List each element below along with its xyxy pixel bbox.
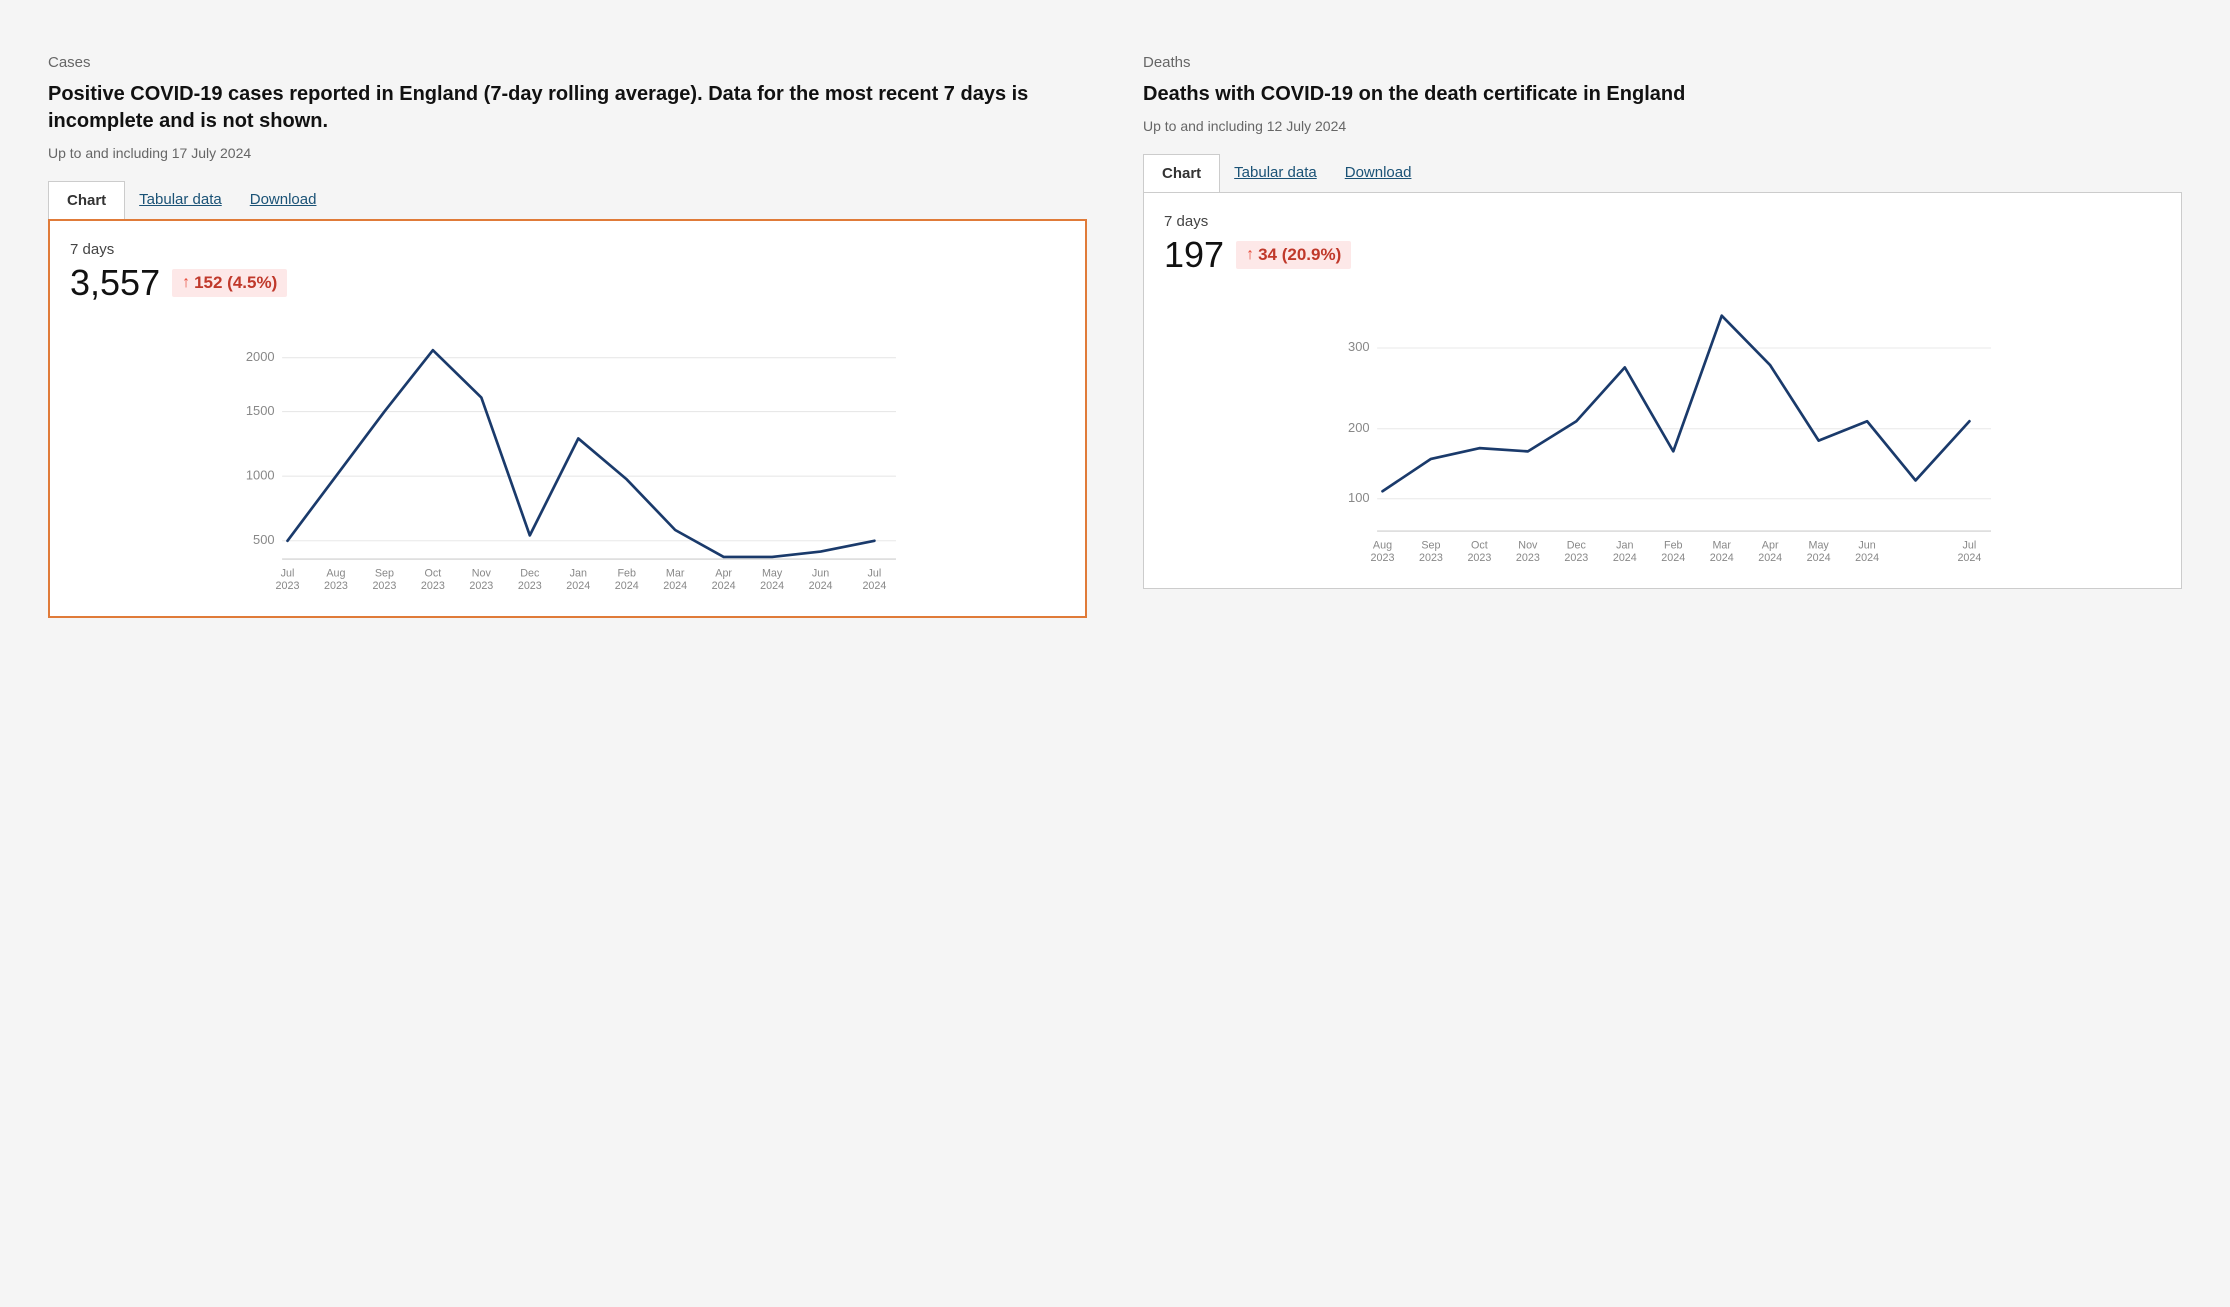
svg-text:May: May xyxy=(762,567,783,579)
deaths-subtitle: Up to and including 12 July 2024 xyxy=(1143,118,2182,134)
svg-text:2024: 2024 xyxy=(809,580,833,592)
svg-text:2023: 2023 xyxy=(469,580,493,592)
cases-section-label: Cases xyxy=(48,54,1087,71)
svg-text:Mar: Mar xyxy=(666,567,685,579)
svg-text:2023: 2023 xyxy=(276,580,300,592)
svg-text:Apr: Apr xyxy=(715,567,732,579)
svg-text:2023: 2023 xyxy=(1467,552,1491,564)
deaths-tab-chart[interactable]: Chart xyxy=(1143,154,1220,192)
svg-text:Oct: Oct xyxy=(425,567,442,579)
svg-text:Nov: Nov xyxy=(472,567,492,579)
deaths-stat-change: ↑ 34 (20.9%) xyxy=(1236,241,1351,269)
svg-text:1000: 1000 xyxy=(246,467,275,482)
svg-text:2024: 2024 xyxy=(1758,552,1782,564)
cases-tab-download[interactable]: Download xyxy=(236,181,331,219)
deaths-chart-area: 300 200 100 Aug 2023 xyxy=(1164,292,2161,572)
svg-text:2024: 2024 xyxy=(566,580,590,592)
svg-text:100: 100 xyxy=(1348,490,1370,505)
deaths-arrow-up-icon: ↑ xyxy=(1246,246,1254,264)
svg-text:2024: 2024 xyxy=(760,580,784,592)
deaths-change-value: 34 (20.9%) xyxy=(1258,245,1341,265)
cases-chart-area: 2000 1500 1000 500 Jul 20 xyxy=(70,320,1065,600)
svg-text:2024: 2024 xyxy=(1661,552,1685,564)
svg-text:Jun: Jun xyxy=(812,567,829,579)
deaths-stat-value: 197 xyxy=(1164,234,1224,276)
deaths-stat-period: 7 days xyxy=(1164,213,2161,230)
page-container: Cases Positive COVID-19 cases reported i… xyxy=(0,0,2230,1307)
deaths-panel: Deaths Deaths with COVID-19 on the death… xyxy=(1115,30,2210,1277)
svg-text:Oct: Oct xyxy=(1471,539,1488,551)
svg-text:Sep: Sep xyxy=(1421,539,1440,551)
cases-subtitle: Up to and including 17 July 2024 xyxy=(48,145,1087,161)
svg-text:Dec: Dec xyxy=(1567,539,1587,551)
cases-change-value: 152 (4.5%) xyxy=(194,273,277,293)
cases-panel: Cases Positive COVID-19 cases reported i… xyxy=(20,30,1115,1277)
svg-text:Sep: Sep xyxy=(375,567,394,579)
svg-text:2024: 2024 xyxy=(1613,552,1637,564)
svg-text:2024: 2024 xyxy=(615,580,639,592)
deaths-section-label: Deaths xyxy=(1143,54,2182,71)
svg-text:Aug: Aug xyxy=(1373,539,1392,551)
svg-text:1500: 1500 xyxy=(246,403,275,418)
svg-text:2023: 2023 xyxy=(518,580,542,592)
cases-stat-change: ↑ 152 (4.5%) xyxy=(172,269,287,297)
svg-text:May: May xyxy=(1808,539,1829,551)
svg-text:2023: 2023 xyxy=(1564,552,1588,564)
svg-text:2023: 2023 xyxy=(324,580,348,592)
deaths-stat-row: 197 ↑ 34 (20.9%) xyxy=(1164,234,2161,276)
deaths-tab-tabular[interactable]: Tabular data xyxy=(1220,154,1331,192)
svg-text:Apr: Apr xyxy=(1762,539,1779,551)
svg-text:Mar: Mar xyxy=(1712,539,1731,551)
svg-text:Feb: Feb xyxy=(617,567,636,579)
svg-text:300: 300 xyxy=(1348,339,1370,354)
cases-arrow-up-icon: ↑ xyxy=(182,274,190,292)
svg-text:Jan: Jan xyxy=(1616,539,1633,551)
svg-text:500: 500 xyxy=(253,532,275,547)
svg-text:2023: 2023 xyxy=(1419,552,1443,564)
cases-tab-tabular[interactable]: Tabular data xyxy=(125,181,236,219)
svg-text:2000: 2000 xyxy=(246,349,275,364)
svg-text:2024: 2024 xyxy=(712,580,736,592)
svg-text:200: 200 xyxy=(1348,420,1370,435)
svg-text:2024: 2024 xyxy=(1855,552,1879,564)
svg-text:Jul: Jul xyxy=(868,567,882,579)
svg-text:2023: 2023 xyxy=(421,580,445,592)
svg-text:Jun: Jun xyxy=(1858,539,1875,551)
cases-chart-container: 7 days 3,557 ↑ 152 (4.5%) 2000 1500 1000… xyxy=(48,219,1087,618)
cases-stat-period: 7 days xyxy=(70,241,1065,258)
svg-text:2024: 2024 xyxy=(862,580,886,592)
svg-text:Nov: Nov xyxy=(1518,539,1538,551)
cases-stat-row: 3,557 ↑ 152 (4.5%) xyxy=(70,262,1065,304)
svg-text:2024: 2024 xyxy=(1957,552,1981,564)
svg-text:2023: 2023 xyxy=(1371,552,1395,564)
deaths-title: Deaths with COVID-19 on the death certif… xyxy=(1143,81,2182,108)
deaths-chart-svg: 300 200 100 Aug 2023 xyxy=(1164,292,2161,572)
svg-text:2023: 2023 xyxy=(372,580,396,592)
svg-text:Aug: Aug xyxy=(326,567,345,579)
svg-text:Jul: Jul xyxy=(1963,539,1977,551)
svg-text:Feb: Feb xyxy=(1664,539,1683,551)
svg-text:2024: 2024 xyxy=(1807,552,1831,564)
svg-text:Jan: Jan xyxy=(570,567,587,579)
deaths-tab-download[interactable]: Download xyxy=(1331,154,1426,192)
svg-text:2024: 2024 xyxy=(663,580,687,592)
svg-text:Jul: Jul xyxy=(281,567,295,579)
cases-tab-chart[interactable]: Chart xyxy=(48,181,125,219)
cases-tabs: Chart Tabular data Download xyxy=(48,181,1087,219)
svg-text:2023: 2023 xyxy=(1516,552,1540,564)
cases-title: Positive COVID-19 cases reported in Engl… xyxy=(48,81,1087,135)
svg-text:2024: 2024 xyxy=(1710,552,1734,564)
deaths-tabs: Chart Tabular data Download xyxy=(1143,154,2182,192)
cases-chart-svg: 2000 1500 1000 500 Jul 20 xyxy=(70,320,1065,600)
svg-text:Dec: Dec xyxy=(520,567,540,579)
cases-stat-value: 3,557 xyxy=(70,262,160,304)
deaths-chart-container: 7 days 197 ↑ 34 (20.9%) 300 200 100 xyxy=(1143,192,2182,589)
